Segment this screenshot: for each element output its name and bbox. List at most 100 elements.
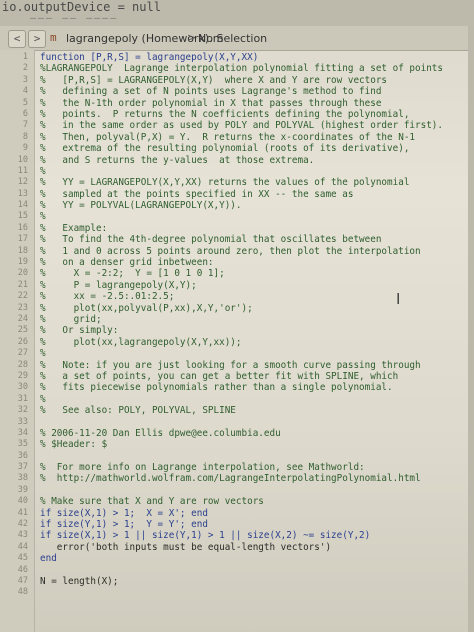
code-line[interactable]: 19 % on a denser grid inbetween: — [0, 257, 474, 268]
code-text: % See also: POLY, POLYVAL, SPLINE — [40, 405, 236, 417]
forward-button[interactable]: > — [28, 30, 46, 48]
line-number: 34 — [17, 427, 28, 438]
code-line[interactable]: 8 % Then, polyval(P,X) = Y. R returns the… — [0, 132, 474, 143]
code-line[interactable]: 1 function [P,R,S] = lagrangepoly(X,Y,XX) — [0, 52, 474, 63]
code-line[interactable]: 21 % P = lagrangepoly(X,Y); — [0, 280, 474, 291]
code-line[interactable]: 25 % Or simply: — [0, 325, 474, 336]
code-line[interactable]: 23 % plot(xx,polyval(P,xx),X,Y,'or'); — [0, 303, 474, 314]
code-line[interactable]: 46 — [0, 565, 474, 576]
line-number: 21 — [17, 279, 28, 290]
code-line[interactable]: 34 % 2006-11-20 Dan Ellis dpwe@ee.columbi… — [0, 428, 474, 439]
code-line[interactable]: 4 % defining a set of N points uses Lagra… — [0, 86, 474, 97]
code-text: % P = lagrangepoly(X,Y); — [40, 279, 197, 291]
line-number: 27 — [17, 348, 28, 359]
code-line[interactable]: 20 % X = -2:2; Y = [1 0 1 0 1]; — [0, 268, 474, 279]
line-number: 8 — [22, 131, 28, 142]
back-button[interactable]: < — [8, 30, 26, 48]
code-line[interactable]: 31% — [0, 394, 474, 405]
code-text: % fits piecewise polynomials rather than… — [40, 382, 393, 394]
code-line[interactable]: 35 % $Header: $ — [0, 439, 474, 450]
code-text: N = length(X); — [40, 575, 119, 587]
code-line[interactable]: 36 — [0, 451, 474, 462]
code-line[interactable]: 26 % plot(xx,lagrangepoly(X,Y,xx)); — [0, 337, 474, 348]
line-number: 20 — [17, 268, 28, 279]
line-number: 19 — [17, 257, 28, 268]
code-text: % 1 and 0 across 5 points around zero, t… — [40, 245, 421, 257]
line-number: 28 — [17, 359, 28, 370]
code-line[interactable]: 47 N = length(X); — [0, 576, 474, 587]
code-text: error('both inputs must be equal-length … — [40, 541, 332, 553]
code-line[interactable]: 13 % sampled at the points specified in X… — [0, 189, 474, 200]
code-line[interactable]: 10 % and S returns the y-values at those … — [0, 155, 474, 166]
line-number: 48 — [17, 587, 28, 598]
matlab-editor-screen: io.outputDevice = null ——— —— ———— < > m… — [0, 0, 474, 632]
line-number: 5 — [22, 97, 28, 108]
code-line[interactable]: 15% — [0, 211, 474, 222]
line-number: 42 — [17, 519, 28, 530]
line-number: 23 — [17, 302, 28, 313]
code-line[interactable]: 38 % http://mathworld.wolfram.com/Lagrang… — [0, 473, 474, 484]
code-line[interactable]: 11% — [0, 166, 474, 177]
code-text: % extrema of the resulting polynomial (r… — [40, 143, 410, 155]
scrollbar[interactable] — [468, 26, 474, 632]
console-line: io.outputDevice = null — [2, 0, 161, 14]
breadcrumb-separator: > — [187, 31, 197, 44]
code-line[interactable]: 17 % To find the 4th-degree polynomial th… — [0, 234, 474, 245]
code-text: % xx = -2.5:.01:2.5; — [40, 291, 175, 303]
code-line[interactable]: 2 %LAGRANGEPOLY Lagrange interpolation po… — [0, 63, 474, 74]
code-line[interactable]: 43 if size(X,1) > 1 || size(Y,1) > 1 || s… — [0, 530, 474, 541]
line-number: 10 — [17, 154, 28, 165]
line-number: 26 — [17, 336, 28, 347]
code-line[interactable]: 48 — [0, 587, 474, 598]
code-line[interactable]: 22 % xx = -2.5:.01:2.5; — [0, 291, 474, 302]
code-line[interactable]: 37 % For more info on Lagrange interpolat… — [0, 462, 474, 473]
code-line[interactable]: 41 if size(X,1) > 1; X = X'; end — [0, 508, 474, 519]
code-line[interactable]: 32 % See also: POLY, POLYVAL, SPLINE — [0, 405, 474, 416]
code-line[interactable]: 30 % fits piecewise polynomials rather th… — [0, 382, 474, 393]
code-text: % in the same order as used by POLY and … — [40, 120, 443, 132]
line-number: 45 — [17, 553, 28, 564]
code-line[interactable]: 18 % 1 and 0 across 5 points around zero,… — [0, 246, 474, 257]
code-text: % points. P returns the N coefficients d… — [40, 108, 410, 120]
command-window-strip: io.outputDevice = null ——— —— ———— — [0, 0, 474, 26]
code-line[interactable]: 3 % [P,R,S] = LAGRANGEPOLY(X,Y) where X a… — [0, 75, 474, 86]
code-line[interactable]: 40 % Make sure that X and Y are row vecto… — [0, 496, 474, 507]
code-line[interactable]: 5 % the N-1th order polynomial in X that … — [0, 98, 474, 109]
code-line[interactable]: 9 % extrema of the resulting polynomial (… — [0, 143, 474, 154]
line-number: 15 — [17, 211, 28, 222]
code-text: % Example: — [40, 222, 108, 234]
code-area[interactable]: 1 function [P,R,S] = lagrangepoly(X,Y,XX)… — [0, 52, 474, 599]
line-number: 22 — [17, 291, 28, 302]
code-line[interactable]: 27% — [0, 348, 474, 359]
code-line[interactable]: 45 end — [0, 553, 474, 564]
code-text: % — [40, 165, 46, 177]
code-text: if size(Y,1) > 1; Y = Y'; end — [40, 519, 208, 531]
code-line[interactable]: 42 if size(Y,1) > 1; Y = Y'; end — [0, 519, 474, 530]
code-line[interactable]: 16 % Example: — [0, 223, 474, 234]
code-line[interactable]: 33 — [0, 417, 474, 428]
line-number: 35 — [17, 439, 28, 450]
code-line[interactable]: 12 % YY = LAGRANGEPOLY(X,Y,XX) returns th… — [0, 177, 474, 188]
code-line[interactable]: 6 % points. P returns the N coefficients … — [0, 109, 474, 120]
code-line[interactable]: 14 % YY = POLYVAL(LAGRANGEPOLY(X,Y)). — [0, 200, 474, 211]
line-number: 4 — [22, 86, 28, 97]
code-line[interactable]: 24 % grid; — [0, 314, 474, 325]
line-number: 31 — [17, 393, 28, 404]
code-text: end — [40, 553, 57, 565]
code-line[interactable]: 28 % Note: if you are just looking for a … — [0, 360, 474, 371]
code-text: function [P,R,S] = lagrangepoly(X,Y,XX) — [40, 52, 259, 63]
code-line[interactable]: 39 — [0, 485, 474, 496]
code-text: % plot(xx,polyval(P,xx),X,Y,'or'); — [40, 302, 253, 314]
code-text: % on a denser grid inbetween: — [40, 257, 214, 269]
code-line[interactable]: 29 % a set of points, you can get a bette… — [0, 371, 474, 382]
code-line[interactable]: 7 % in the same order as used by POLY and… — [0, 120, 474, 131]
code-text: % defining a set of N points uses Lagran… — [40, 86, 382, 98]
line-number: 1 — [22, 52, 28, 62]
code-text: % YY = LAGRANGEPOLY(X,Y,XX) returns the … — [40, 177, 410, 189]
selection-breadcrumb[interactable]: No Selection — [198, 32, 267, 45]
code-text: % Then, polyval(P,X) = Y. R returns the … — [40, 131, 416, 143]
line-number: 18 — [17, 245, 28, 256]
line-number: 37 — [17, 462, 28, 473]
code-text: % $Header: $ — [40, 439, 108, 451]
code-line[interactable]: 44 error('both inputs must be equal-leng… — [0, 542, 474, 553]
